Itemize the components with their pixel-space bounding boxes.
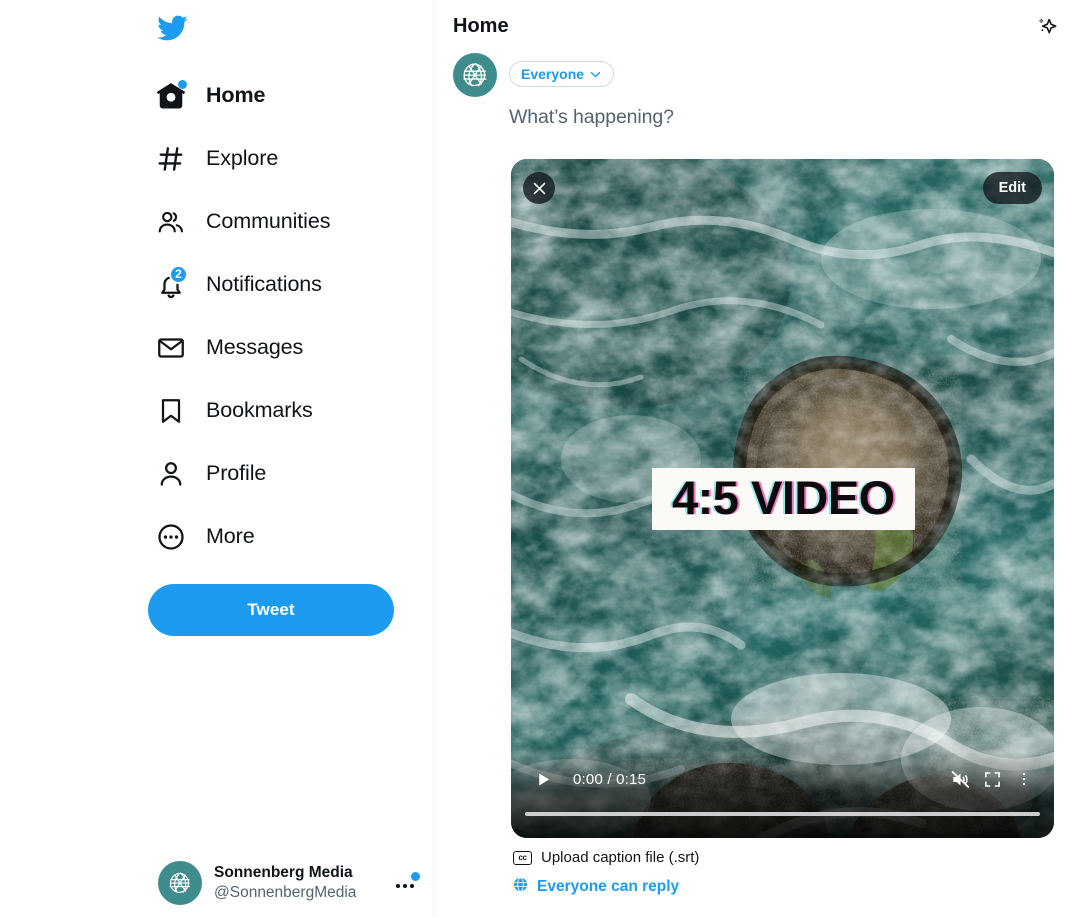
twitter-logo-link[interactable] — [148, 0, 394, 56]
video-progress-bar[interactable] — [525, 812, 1040, 816]
communities-icon — [156, 207, 186, 237]
audience-label: Everyone — [521, 66, 584, 82]
person-icon — [156, 459, 186, 489]
cc-icon: cc — [513, 851, 532, 865]
sidebar-item-label: Home — [206, 83, 265, 108]
sidebar-item-label: More — [206, 524, 255, 549]
page-title: Home — [453, 15, 509, 38]
upload-caption-file[interactable]: cc Upload caption file (.srt) — [513, 849, 1064, 866]
sidebar-item-bookmarks[interactable]: Bookmarks — [148, 379, 394, 442]
bookmark-icon — [156, 396, 186, 426]
leaf-globe-avatar-mark — [165, 868, 195, 898]
account-names: Sonnenberg Media @SonnenbergMedia — [214, 863, 384, 903]
muted-volume-icon[interactable] — [944, 763, 976, 795]
globe-icon — [512, 876, 529, 898]
sidebar-item-label: Messages — [206, 335, 303, 360]
notifications-badge: 2 — [169, 265, 188, 284]
tweet-button[interactable]: Tweet — [148, 584, 394, 636]
sparkle-icon[interactable] — [1030, 10, 1064, 44]
chevron-down-icon — [589, 68, 602, 81]
ellipsis-icon[interactable] — [396, 872, 418, 894]
account-handle: @SonnenbergMedia — [214, 884, 356, 901]
sidebar-item-explore[interactable]: Explore — [148, 127, 394, 190]
home-unread-dot — [178, 80, 187, 89]
twitter-bird-logo — [156, 12, 188, 44]
tweet-text-input[interactable]: What’s happening? — [509, 106, 1064, 129]
sidebar-item-label: Explore — [206, 146, 278, 171]
sidebar-item-profile[interactable]: Profile — [148, 442, 394, 505]
video-controls: 0:00 / 0:15 — [511, 752, 1054, 838]
video-overlay-title: 4:5 VIDEO — [652, 468, 915, 530]
avatar — [158, 861, 202, 905]
sidebar-item-home[interactable]: Home — [148, 64, 394, 127]
reply-settings-label: Everyone can reply — [537, 878, 679, 896]
envelope-icon — [156, 333, 186, 363]
reply-settings[interactable]: Everyone can reply — [512, 876, 1064, 898]
sidebar-nav: Home Explore — [148, 64, 394, 568]
play-icon[interactable] — [527, 763, 559, 795]
edit-media-button[interactable]: Edit — [983, 172, 1042, 204]
account-switcher[interactable]: Sonnenberg Media @SonnenbergMedia — [158, 861, 418, 905]
sidebar: Home Explore — [0, 0, 434, 917]
sidebar-item-label: Bookmarks — [206, 398, 313, 423]
more-circle-icon — [156, 522, 186, 552]
sidebar-item-messages[interactable]: Messages — [148, 316, 394, 379]
avatar[interactable] — [453, 53, 497, 97]
video-overlay-title-text: 4:5 VIDEO — [672, 471, 895, 524]
bell-icon: 2 — [156, 270, 186, 300]
sidebar-item-label: Profile — [206, 461, 266, 486]
hashtag-icon — [156, 144, 186, 174]
leaf-globe-avatar-mark — [458, 58, 492, 92]
account-update-dot — [411, 872, 420, 881]
fullscreen-icon[interactable] — [976, 763, 1008, 795]
sidebar-item-notifications[interactable]: 2 Notifications — [148, 253, 394, 316]
upload-caption-label: Upload caption file (.srt) — [541, 849, 699, 866]
twitter-compose-screen: Home Explore — [0, 0, 1080, 917]
main-header: Home — [434, 0, 1080, 53]
more-vertical-icon[interactable] — [1008, 763, 1040, 795]
close-icon[interactable] — [523, 172, 555, 204]
tweet-composer: Everyone What’s happening? — [434, 53, 1080, 898]
main-column: Home — [434, 0, 1080, 917]
home-icon — [156, 81, 186, 111]
video-time-display: 0:00 / 0:15 — [573, 771, 646, 788]
video-attachment[interactable]: Edit 4:5 VIDEO 0:00 / 0:15 — [511, 159, 1054, 838]
audience-selector[interactable]: Everyone — [509, 61, 614, 87]
account-display-name: Sonnenberg Media — [214, 864, 353, 881]
sidebar-item-label: Notifications — [206, 272, 322, 297]
sidebar-item-more[interactable]: More — [148, 505, 394, 568]
sidebar-item-communities[interactable]: Communities — [148, 190, 394, 253]
sidebar-item-label: Communities — [206, 209, 330, 234]
